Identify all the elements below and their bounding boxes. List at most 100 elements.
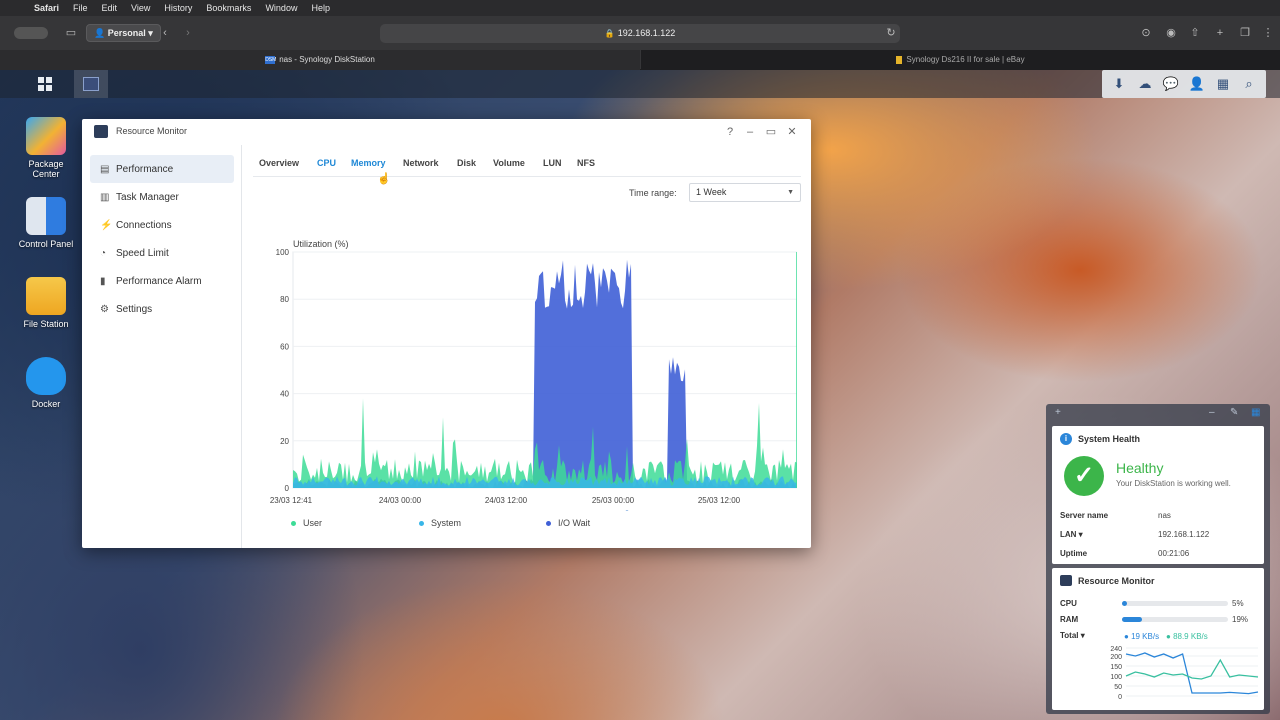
add-widget-icon[interactable]: + [1055,407,1061,418]
widgets-icon[interactable]: ▦ [1210,76,1236,92]
time-range-label: Time range: [629,188,677,198]
time-range-select[interactable]: 1 Week ▼ [689,183,801,202]
network-mini-chart: 0 50 100 150 200240 [1110,646,1259,701]
extension-icon[interactable]: ◉ [1163,25,1179,41]
package-center-icon [26,117,66,155]
desktop-icon-label: File Station [23,319,69,329]
widget-settings-icon[interactable]: ▦ [1251,407,1260,418]
close-icon[interactable]: ✕ [784,124,800,140]
window-titlebar[interactable]: Resource Monitor ? – ▭ ✕ [82,119,811,145]
sidebar-toggle-icon[interactable]: ▭ [63,25,79,41]
desktop-icon-docker[interactable]: Docker [12,357,80,409]
tab-overview-icon[interactable]: ❐ [1237,25,1253,41]
minimize-icon[interactable]: – [742,124,758,140]
legend-user[interactable]: User [291,518,322,528]
y-tick-label: 240 [1110,646,1122,653]
profile-button[interactable]: 👤 Personal ▾ [86,24,161,42]
total-dropdown[interactable]: Total ▾ [1060,631,1085,640]
forward-icon[interactable]: › [180,25,196,41]
ram-bar [1122,617,1228,622]
tab-disk[interactable]: Disk [457,158,476,168]
desktop-icon-file-station[interactable]: File Station [12,277,80,329]
cpu-bar [1122,601,1228,606]
mouse-cursor-icon: ☝ [377,173,391,185]
list-icon: ▥ [100,191,110,203]
tab-network[interactable]: Network [403,158,439,168]
browser-tab-ebay[interactable]: Synology Ds216 II for sale | eBay [641,50,1280,70]
browser-tab-nas[interactable]: DSM nas - Synology DiskStation [0,50,640,70]
sidebar-item-performance[interactable]: ▤ Performance [90,155,234,183]
address-bar[interactable]: 🔒 192.168.1.122 [380,24,900,43]
y-axis-label: Utilization (%) [293,239,349,249]
y-tick-label: 60 [280,342,289,351]
pin-icon[interactable]: ✎ [1230,407,1238,418]
tab-lun[interactable]: LUN [543,158,562,168]
cloud-check-icon[interactable]: ☁ [1132,76,1158,92]
legend-io-wait[interactable]: I/O Wait [546,518,590,528]
menu-help[interactable]: Help [311,3,330,13]
system-health-widget: i System Health ✓ Healthy Your DiskStatio… [1052,426,1264,564]
menu-window[interactable]: Window [265,3,297,13]
tab-cpu[interactable]: CPU [317,158,336,168]
window-title: Resource Monitor [116,126,188,136]
lan-value: 192.168.1.122 [1158,530,1210,539]
search-icon[interactable]: ⌕ [1236,76,1262,92]
menu-edit[interactable]: Edit [102,3,118,13]
lan-dropdown[interactable]: LAN ▾ [1060,530,1083,539]
menu-history[interactable]: History [164,3,192,13]
resource-monitor-widget: Resource Monitor CPU 5% RAM 19% Total ▾ … [1052,568,1264,710]
sidebar-item-label: Task Manager [116,191,179,203]
share-icon[interactable]: ⇧ [1187,25,1203,41]
maximize-icon[interactable]: ▭ [763,124,779,140]
help-icon[interactable]: ? [722,124,738,140]
sidebar-item-performance-alarm[interactable]: ▮ Performance Alarm [90,267,234,295]
sidebar-item-connections[interactable]: ⚡ Connections [90,211,234,239]
downloads-icon[interactable]: ⊙ [1138,25,1154,41]
user-icon[interactable]: 👤 [1184,76,1210,92]
desktop-icon-control-panel[interactable]: Control Panel [12,197,80,249]
menu-app-name[interactable]: Safari [34,3,59,13]
menu-bookmarks[interactable]: Bookmarks [206,3,251,13]
sidebar-item-settings[interactable]: ⚙ Settings [90,295,234,323]
docker-whale-icon [26,357,66,395]
ebay-favicon [896,55,903,64]
download-tray-icon[interactable]: ⬇ [1106,76,1132,92]
y-tick-label: 80 [280,295,289,304]
server-name-value: nas [1158,511,1171,520]
sidebar-item-task-manager[interactable]: ▥ Task Manager [90,183,234,211]
window-controls[interactable] [14,27,48,39]
alarm-icon: ▮ [100,275,106,287]
tab-memory[interactable]: Memory [351,158,386,168]
x-tick-label: 23/03 12:41 [270,496,313,505]
legend-dot [419,521,424,527]
cpu-utilization-chart[interactable]: Utilization (%) 0 20 40 60 80 100 23/03 12:41 24… [257,211,797,511]
x-tick-label: 25/03 12:00 [698,496,741,505]
tab-overview[interactable]: Overview [259,158,299,168]
sidebar-item-label: Performance [116,163,174,175]
minimize-icon[interactable]: – [1209,407,1215,418]
tab-volume[interactable]: Volume [493,158,525,168]
main-menu-button[interactable] [28,70,62,98]
more-icon[interactable]: ⋮ [1260,25,1276,41]
menu-view[interactable]: View [131,3,150,13]
sidebar-item-speed-limit[interactable]: ◔ Speed Limit [90,239,234,267]
new-tab-icon[interactable]: + [1212,25,1228,41]
desktop-icon-package-center[interactable]: Package Center [12,117,80,179]
menu-file[interactable]: File [73,3,88,13]
y-tick-label: 200 [1110,654,1122,661]
upload-series [1125,652,1259,695]
grid-icon [38,77,52,91]
chat-icon[interactable]: 💬 [1158,76,1184,92]
legend-label: I/O Wait [558,518,591,528]
legend-dot [291,521,296,527]
legend-system[interactable]: System [419,518,461,528]
gear-icon: ⚙ [100,303,109,315]
safari-toolbar: ▭ 👤 Personal ▾ ‹ › ☰ 🔒192.168.1.122 ↻ ⊙ … [0,16,1280,70]
reload-icon[interactable]: ↻ [883,25,899,41]
time-range-value: 1 Week [696,187,727,197]
taskbar-resource-monitor[interactable] [74,70,108,98]
tab-nfs[interactable]: NFS [577,158,595,168]
y-tick-label: 40 [280,390,289,399]
ram-label: RAM [1060,615,1079,624]
back-icon[interactable]: ‹ [157,25,173,41]
